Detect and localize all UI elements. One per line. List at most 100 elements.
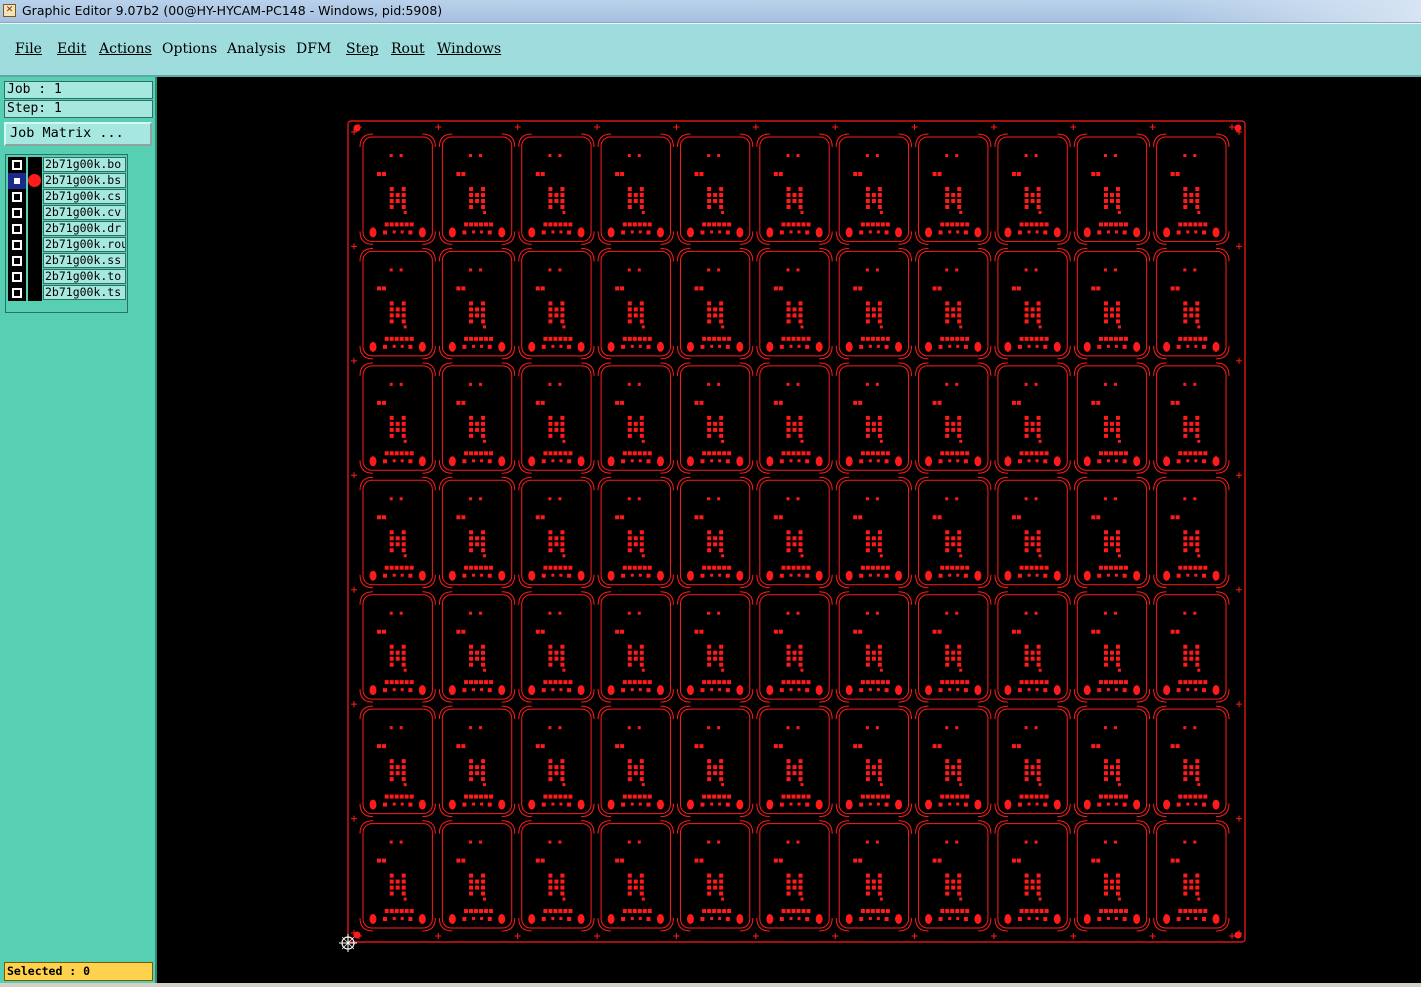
- layer-checkbox[interactable]: [8, 253, 26, 269]
- menu-edit[interactable]: Edit: [57, 41, 86, 57]
- pcb-unit: [518, 133, 595, 245]
- layer-row[interactable]: 2b71g00k.cs: [8, 189, 128, 205]
- layer-color-slot[interactable]: [28, 253, 42, 269]
- pcb-unit: [1153, 820, 1230, 932]
- pcb-unit: [438, 591, 516, 703]
- pcb-unit: [756, 591, 833, 703]
- menu-actions-label: Actions: [99, 41, 152, 57]
- pcb-unit: [438, 705, 516, 818]
- registration-tick: [1236, 472, 1242, 479]
- registration-tick: [351, 701, 357, 708]
- pcb-unit: [915, 705, 992, 818]
- step-display: Step: 1: [4, 100, 153, 118]
- layer-checkbox[interactable]: [8, 237, 26, 253]
- layer-color-slot[interactable]: [28, 237, 42, 253]
- registration-tick: [594, 933, 601, 939]
- checkbox-square-icon: [12, 160, 22, 170]
- registration-tick: [911, 933, 918, 939]
- pcb-unit: [915, 820, 992, 932]
- fiducial-mark: [1234, 124, 1242, 132]
- layer-color-slot[interactable]: [28, 157, 42, 173]
- pcb-unit: [359, 362, 436, 474]
- registration-tick: [990, 124, 997, 130]
- registration-tick: [435, 933, 442, 939]
- layer-color-slot[interactable]: [28, 269, 42, 285]
- layer-name-label[interactable]: 2b71g00k.rou: [43, 237, 126, 252]
- menu-rout[interactable]: Rout: [391, 41, 425, 57]
- layer-name-label[interactable]: 2b71g00k.ts: [43, 285, 126, 300]
- origin-crosshair-icon: [339, 934, 357, 952]
- layer-row[interactable]: 2b71g00k.ss: [8, 253, 128, 269]
- pcb-unit: [756, 247, 833, 360]
- pcb-unit: [359, 591, 436, 703]
- layer-color-slot[interactable]: [28, 285, 42, 301]
- layer-name-label[interactable]: 2b71g00k.cv: [43, 205, 126, 220]
- title-bar-controls: [1161, 0, 1421, 22]
- layer-name-label[interactable]: 2b71g00k.ss: [43, 253, 126, 268]
- layer-row[interactable]: 2b71g00k.bo: [8, 157, 128, 173]
- window-title: Graphic Editor 9.07b2 (00@HY-HYCAM-PC148…: [22, 3, 443, 18]
- layer-color-slot[interactable]: [28, 173, 42, 189]
- pcb-unit: [756, 820, 833, 932]
- registration-tick: [514, 933, 521, 939]
- pcb-unit: [994, 247, 1071, 360]
- pcb-unit: [1073, 133, 1151, 245]
- pcb-unit: [756, 476, 833, 589]
- pcb-unit: [676, 247, 754, 360]
- pcb-unit: [1073, 247, 1151, 360]
- layer-checkbox[interactable]: [8, 285, 26, 301]
- pcb-unit: [835, 820, 913, 932]
- layer-color-slot[interactable]: [28, 189, 42, 205]
- layer-row[interactable]: 2b71g00k.ts: [8, 285, 128, 301]
- registration-tick: [673, 933, 680, 939]
- pcb-unit: [1153, 247, 1230, 360]
- menu-analysis[interactable]: Analysis: [227, 41, 286, 57]
- layer-color-slot[interactable]: [28, 221, 42, 237]
- checkbox-square-icon: [12, 208, 22, 218]
- layer-row[interactable]: 2b71g00k.bs: [8, 173, 128, 189]
- layer-name-label[interactable]: 2b71g00k.to: [43, 269, 126, 284]
- menu-step[interactable]: Step: [346, 41, 378, 57]
- layer-row[interactable]: 2b71g00k.cv: [8, 205, 128, 221]
- job-matrix-button[interactable]: Job Matrix ...: [4, 122, 152, 146]
- registration-tick: [1229, 124, 1235, 130]
- checkbox-square-icon: [12, 224, 22, 234]
- layer-checkbox[interactable]: [8, 189, 26, 205]
- layer-name-label[interactable]: 2b71g00k.bs: [43, 173, 126, 188]
- pcb-unit: [518, 247, 595, 360]
- pcb-unit: [438, 133, 516, 245]
- layer-row[interactable]: 2b71g00k.dr: [8, 221, 128, 237]
- pcb-unit: [994, 705, 1071, 818]
- pcb-unit: [359, 705, 436, 818]
- menu-windows[interactable]: Windows: [437, 41, 501, 57]
- layer-name-label[interactable]: 2b71g00k.cs: [43, 189, 126, 204]
- layer-name-label[interactable]: 2b71g00k.bo: [43, 157, 126, 172]
- layer-row[interactable]: 2b71g00k.rou: [8, 237, 128, 253]
- checkbox-square-icon: [12, 192, 22, 202]
- layer-name-label[interactable]: 2b71g00k.dr: [43, 221, 126, 236]
- menu-dfm[interactable]: DFM: [296, 41, 331, 57]
- layer-row[interactable]: 2b71g00k.to: [8, 269, 128, 285]
- layer-color-slot[interactable]: [28, 205, 42, 221]
- layer-checkbox[interactable]: [8, 157, 26, 173]
- layer-checkbox[interactable]: [8, 173, 26, 189]
- layer-checkbox[interactable]: [8, 221, 26, 237]
- layer-checkbox[interactable]: [8, 269, 26, 285]
- registration-tick: [1149, 124, 1156, 130]
- graphic-canvas[interactable]: [157, 77, 1421, 987]
- pcb-unit: [835, 591, 913, 703]
- registration-tick: [1070, 933, 1077, 939]
- menu-actions[interactable]: Actions: [99, 41, 152, 57]
- menu-file[interactable]: File: [15, 41, 42, 57]
- menu-options-label: Options: [162, 41, 218, 57]
- registration-tick: [351, 357, 357, 364]
- pcb-unit: [518, 705, 595, 818]
- registration-tick: [594, 124, 601, 130]
- layer-color-dot-icon: [28, 174, 41, 187]
- pcb-unit: [359, 820, 436, 932]
- layer-checkbox[interactable]: [8, 205, 26, 221]
- registration-tick: [351, 815, 357, 822]
- pcb-unit: [518, 591, 595, 703]
- layer-panel: Job : 1 Step: 1 Job Matrix ... 2b71g00k.…: [0, 77, 157, 987]
- menu-options[interactable]: Options: [162, 41, 217, 57]
